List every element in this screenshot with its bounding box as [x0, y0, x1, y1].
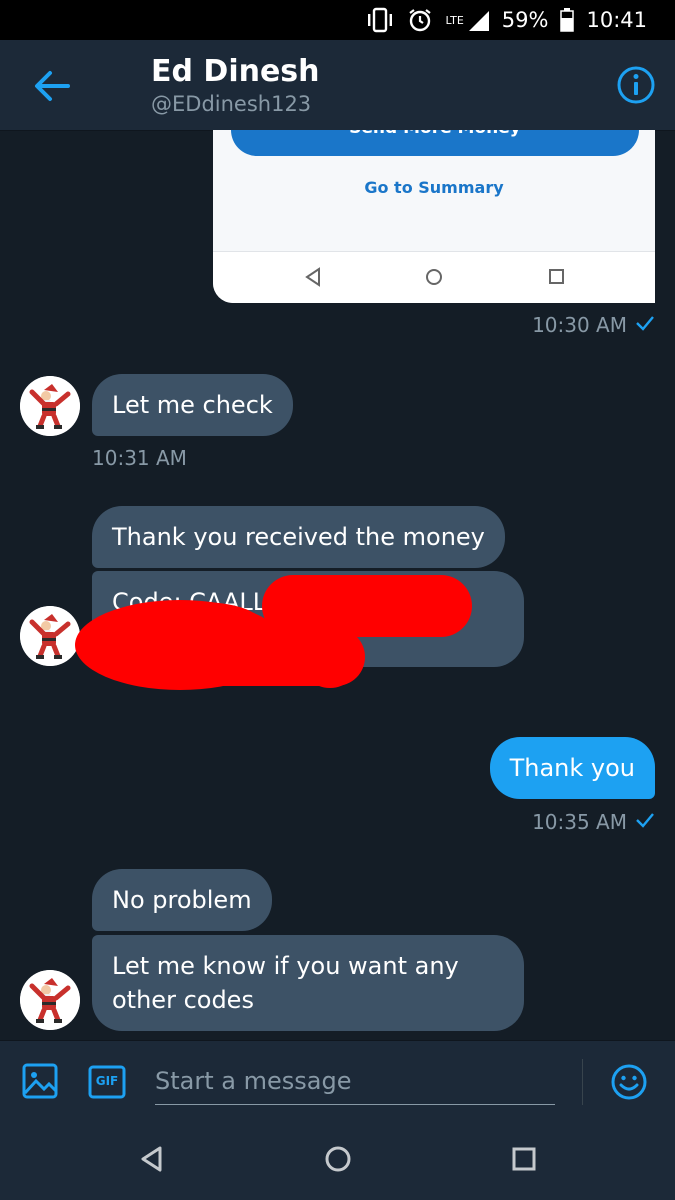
sent-image-attachment[interactable]: Send More Money Go to Summary	[213, 130, 655, 303]
alarm-icon	[407, 7, 433, 33]
message-text: Code: CAALL	[112, 588, 267, 616]
received-message-bubble[interactable]: No problem	[92, 869, 272, 931]
contact-handle: @EDdinesh123	[151, 92, 312, 116]
santa-avatar-icon	[20, 376, 80, 436]
message-text: Thank you received the money	[112, 523, 485, 551]
gif-label: GIF	[95, 1074, 119, 1088]
status-bar: LTE 59% 10:41	[0, 0, 675, 40]
composer-divider	[582, 1059, 583, 1105]
nav-recents-icon[interactable]	[510, 1144, 538, 1174]
signal-icon	[468, 8, 490, 32]
vibrate-icon	[365, 7, 395, 33]
contact-name[interactable]: Ed Dinesh	[151, 54, 320, 89]
screenshot-nav-bar	[213, 251, 655, 303]
clock: 10:41	[586, 8, 647, 32]
message-text: No problem	[112, 886, 252, 914]
message-timestamp: 10:31 AM	[92, 446, 187, 470]
network-type-label: LTE	[445, 14, 464, 27]
send-more-money-button: Send More Money	[231, 130, 639, 156]
timestamp-text: 10:30 AM	[532, 313, 627, 337]
conversation-header: Ed Dinesh @EDdinesh123	[0, 40, 675, 131]
message-timestamp: 10:35 AM	[532, 810, 655, 834]
nav-home-icon[interactable]	[323, 1144, 353, 1174]
santa-avatar-icon	[20, 970, 80, 1030]
recents-square-icon	[549, 269, 564, 284]
back-triangle-icon	[305, 267, 320, 287]
timestamp-text: 10:31 AM	[92, 446, 187, 470]
battery-percent: 59%	[501, 8, 549, 32]
avatar[interactable]	[20, 376, 80, 436]
checkmark-icon	[635, 810, 655, 834]
system-nav-bar	[0, 1120, 675, 1200]
received-message-bubble[interactable]: Let me know if you want any other codes	[92, 935, 524, 1031]
santa-avatar-icon	[20, 606, 80, 666]
back-button[interactable]	[30, 64, 74, 108]
message-timestamp: 10:30 AM	[532, 313, 655, 337]
emoji-button[interactable]	[610, 1063, 648, 1101]
nav-back-icon[interactable]	[138, 1144, 166, 1174]
add-photo-button[interactable]	[22, 1063, 58, 1099]
add-gif-button[interactable]: GIF	[88, 1065, 126, 1099]
home-circle-icon	[426, 269, 442, 285]
smiley-icon	[610, 1064, 648, 1105]
received-message-bubble[interactable]: Code: CAALL	[92, 571, 524, 667]
go-to-summary-link: Go to Summary	[364, 178, 504, 197]
message-text: Let me know if you want any other codes	[112, 952, 459, 1014]
received-message-bubble[interactable]: Thank you received the money	[92, 506, 505, 568]
signal-indicator: LTE	[445, 8, 489, 32]
info-circle-icon	[616, 66, 656, 109]
checkmark-icon	[635, 313, 655, 337]
arrow-left-icon	[30, 71, 74, 112]
message-text: Let me check	[112, 391, 273, 419]
avatar[interactable]	[20, 606, 80, 666]
message-composer: GIF	[0, 1040, 675, 1120]
timestamp-text: 10:35 AM	[532, 810, 627, 834]
message-text: Thank you	[509, 754, 635, 782]
info-button[interactable]	[616, 65, 656, 105]
avatar[interactable]	[20, 970, 80, 1030]
battery-icon	[560, 8, 575, 32]
message-input[interactable]	[155, 1057, 555, 1105]
received-message-bubble[interactable]: Let me check	[92, 374, 293, 436]
sent-message-bubble[interactable]: Thank you	[489, 737, 655, 799]
image-icon	[22, 1063, 58, 1103]
